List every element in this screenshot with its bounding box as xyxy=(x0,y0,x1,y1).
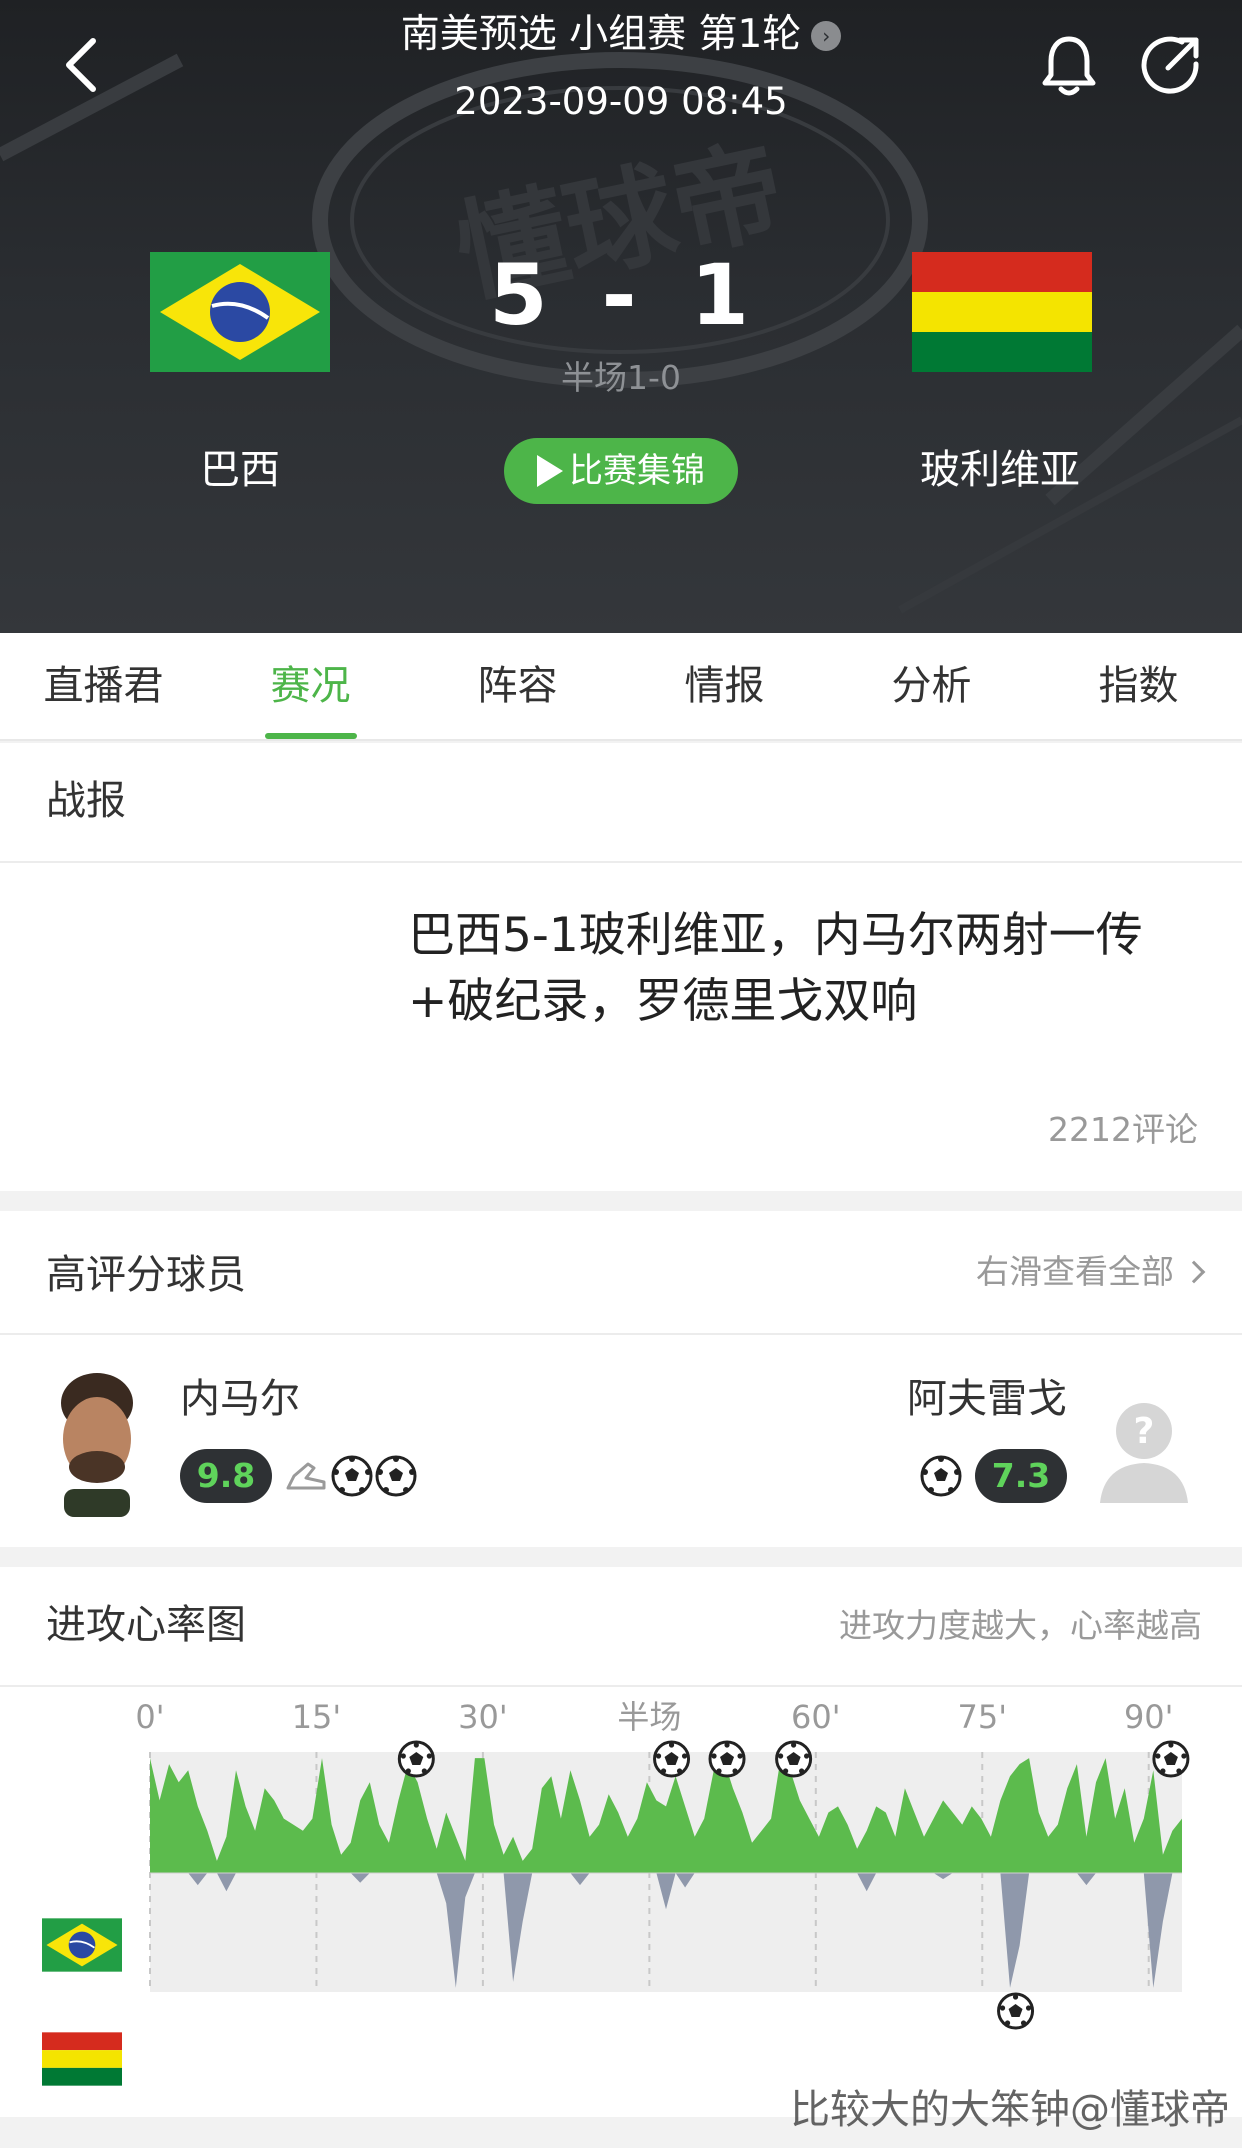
score-away: 1 xyxy=(690,246,753,344)
tab-intel[interactable]: 情报 xyxy=(621,633,828,739)
score-home: 5 xyxy=(489,246,552,344)
attack-chart-hint: 进攻力度越大，心率越高 xyxy=(839,1606,1202,1645)
score-separator: - xyxy=(601,246,641,344)
chart-home-flag-icon xyxy=(42,1918,122,1972)
chart-x-tick-label: 半场 xyxy=(617,1698,681,1736)
play-icon xyxy=(537,455,563,487)
competition-label: 南美预选 小组赛 第1轮 xyxy=(400,12,802,57)
away-team-name[interactable]: 玻利维亚 xyxy=(850,442,1150,498)
goal-ball-icon xyxy=(708,1740,746,1778)
tab-lineup[interactable]: 阵容 xyxy=(414,633,621,739)
comment-count[interactable]: 2212评论 xyxy=(1048,1107,1198,1153)
assist-boot-icon xyxy=(286,1462,326,1490)
report-headline[interactable]: 巴西5-1玻利维亚，内马尔两射一传 +破纪录，罗德里戈双响 xyxy=(408,903,1208,1035)
attack-heart-rate-card: 进攻心率图 进攻力度越大，心率越高 0' 15' 30' 半场 60' 75' 90' xyxy=(0,1567,1242,2117)
chart-x-tick-label: 75' xyxy=(958,1698,1008,1736)
chevron-right-icon xyxy=(1182,1260,1206,1284)
top-players-section-title: 高评分球员 xyxy=(46,1252,246,1298)
goal-ball-icon xyxy=(920,1455,962,1497)
share-icon xyxy=(1141,36,1199,94)
chart-x-tick-label: 15' xyxy=(292,1698,342,1736)
goal-ball-icon xyxy=(375,1455,417,1497)
divider xyxy=(0,1333,1242,1335)
brazil-flag-icon[interactable] xyxy=(150,252,330,372)
divider xyxy=(0,861,1242,863)
player-avatar-neymar[interactable] xyxy=(50,1369,144,1517)
highlights-button[interactable]: 比赛集锦 xyxy=(504,438,738,504)
attack-chart-section-title: 进攻心率图 xyxy=(46,1602,246,1648)
match-header: 懂球帝 南美预选 小组赛 第1轮 › 2023-09-09 08:45 5-1 半… xyxy=(0,0,1242,633)
chart-x-tick-label: 60' xyxy=(791,1698,841,1736)
chart-x-tick-label: 0' xyxy=(135,1698,164,1736)
home-player-rating: 9.8 xyxy=(180,1449,272,1503)
highlights-label: 比赛集锦 xyxy=(569,451,705,491)
watermark: 比较大的大笨钟@懂球帝 xyxy=(790,2087,1230,2133)
info-icon: › xyxy=(811,21,842,51)
report-headline-line1: 巴西5-1玻利维亚，内马尔两射一传 xyxy=(408,908,1143,963)
away-player-name[interactable]: 阿夫雷戈 xyxy=(907,1371,1067,1427)
player-avatar-placeholder-icon[interactable]: ? xyxy=(1096,1395,1192,1505)
chart-away-flag-icon xyxy=(42,2032,122,2086)
goal-ball-icon xyxy=(997,1992,1035,2030)
divider xyxy=(0,1685,1242,1687)
report-card[interactable]: 战报 巴西5-1玻利维亚，内马尔两射一传 +破纪录，罗德里戈双响 2212评论 xyxy=(0,743,1242,1191)
report-section-title: 战报 xyxy=(46,778,126,824)
tab-match-status[interactable]: 赛况 xyxy=(207,633,414,739)
notification-button[interactable] xyxy=(1034,30,1104,100)
goal-ball-icon xyxy=(1152,1740,1190,1778)
goal-ball-icon xyxy=(775,1740,813,1778)
home-player-name[interactable]: 内马尔 xyxy=(180,1371,300,1427)
bolivia-flag-icon[interactable] xyxy=(912,252,1092,372)
tab-bar: 直播君 赛况 阵容 情报 分析 指数 xyxy=(0,633,1242,741)
report-headline-line2: +破纪录，罗德里戈双响 xyxy=(408,974,918,1029)
tab-odds[interactable]: 指数 xyxy=(1035,633,1242,739)
bell-icon xyxy=(1042,36,1096,96)
goal-ball-icon xyxy=(653,1740,691,1778)
goal-ball-icon xyxy=(331,1455,373,1497)
share-button[interactable] xyxy=(1136,30,1206,100)
score: 5-1 xyxy=(420,240,822,350)
svg-text:?: ? xyxy=(1134,1411,1155,1452)
tab-analysis[interactable]: 分析 xyxy=(828,633,1035,739)
tab-live[interactable]: 直播君 xyxy=(0,633,207,739)
chart-x-tick-label: 90' xyxy=(1124,1698,1174,1736)
goal-ball-icon xyxy=(397,1740,435,1778)
away-player-rating: 7.3 xyxy=(975,1449,1067,1503)
halftime-score: 半场1-0 xyxy=(561,358,681,397)
home-team-name[interactable]: 巴西 xyxy=(90,442,390,498)
attack-heart-rate-chart: 0' 15' 30' 半场 60' 75' 90' xyxy=(42,1698,1190,2086)
swipe-hint-label: 右滑查看全部 xyxy=(976,1252,1174,1291)
swipe-hint[interactable]: 右滑查看全部 xyxy=(976,1249,1206,1295)
chart-x-tick-label: 30' xyxy=(458,1698,508,1736)
